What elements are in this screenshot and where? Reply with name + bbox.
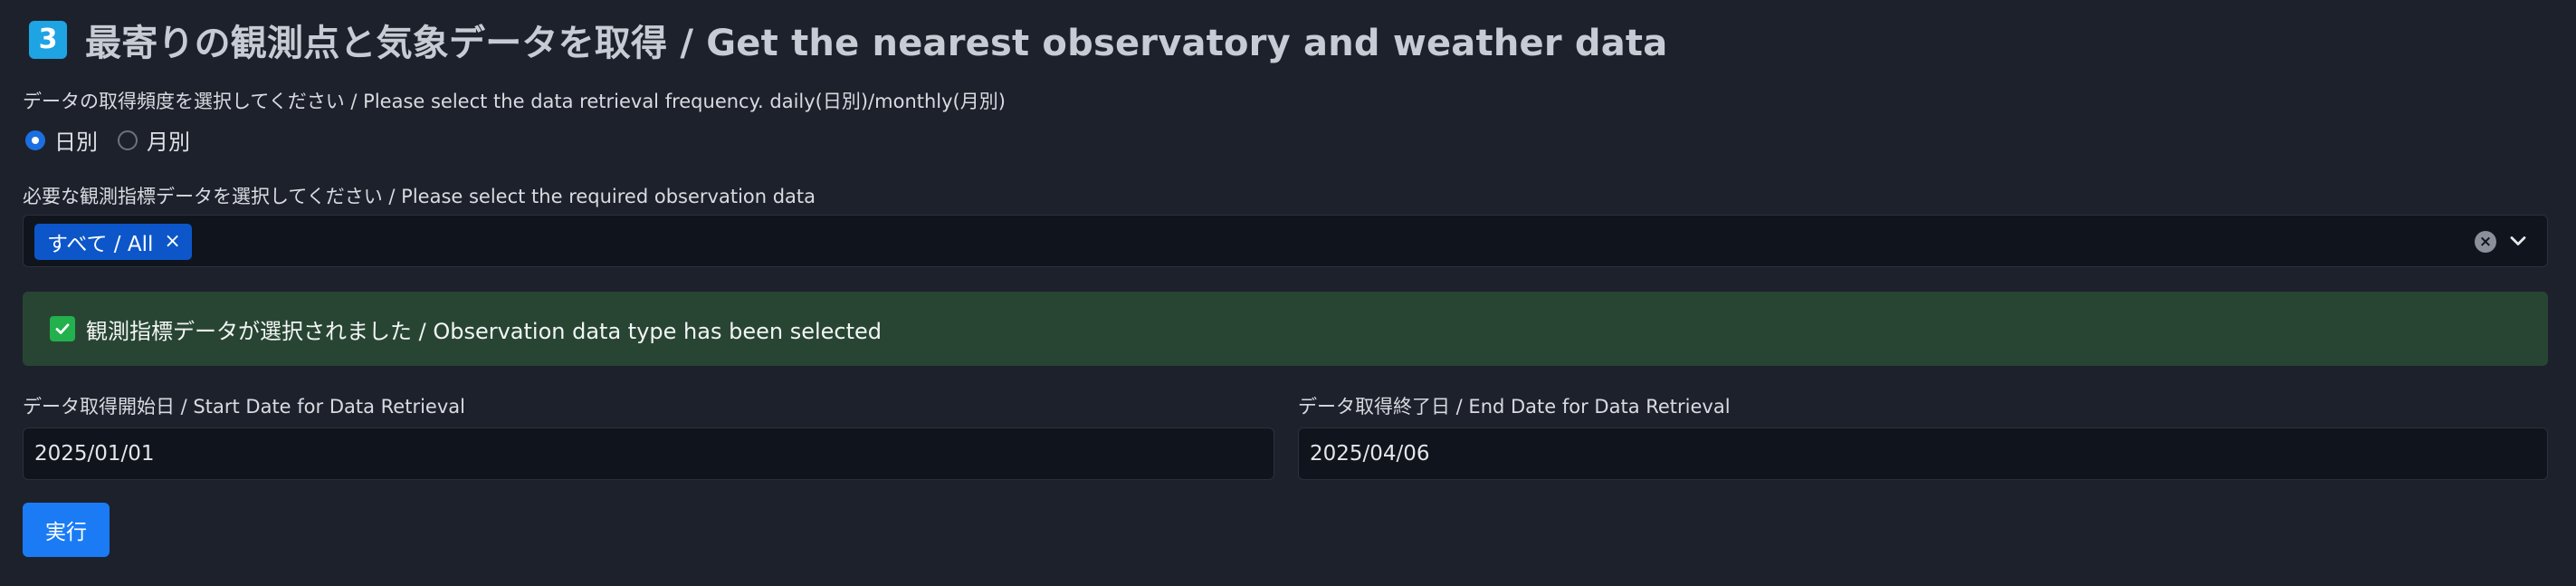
run-button[interactable]: 実行	[23, 503, 110, 557]
chip-remove-icon[interactable]: ×	[164, 232, 180, 252]
alert-text: 観測指標データが選択されました / Observation data type …	[86, 318, 883, 344]
end-date-label: データ取得終了日 / End Date for Data Retrieval	[1298, 396, 1731, 418]
weather-data-section: 3 最寄りの観測点と気象データを取得 / Get the nearest obs…	[0, 0, 2576, 586]
radio-monthly-indicator[interactable]	[118, 130, 138, 150]
radio-daily[interactable]: 日別	[25, 124, 98, 156]
chip-label: すべて / All	[47, 233, 154, 256]
success-alert: 観測指標データが選択されました / Observation data type …	[23, 292, 2548, 366]
selected-chip-all[interactable]: すべて / All ×	[34, 224, 192, 260]
page-title: 最寄りの観測点と気象データを取得 / Get the nearest obser…	[85, 23, 1668, 64]
end-date-input[interactable]	[1298, 427, 2548, 480]
step-number-icon: 3	[29, 21, 67, 59]
observation-multiselect[interactable]: すべて / All × ×	[23, 215, 2548, 267]
radio-monthly-label[interactable]: 月別	[147, 124, 190, 156]
start-date-label: データ取得開始日 / Start Date for Data Retrieval	[23, 396, 465, 418]
radio-monthly[interactable]: 月別	[118, 124, 190, 156]
chevron-down-icon[interactable]	[2505, 228, 2531, 254]
section-header: 3 最寄りの観測点と気象データを取得 / Get the nearest obs…	[29, 18, 1667, 64]
observation-label: 必要な観測指標データを選択してください / Please select the …	[23, 186, 816, 207]
frequency-radio-group: 日別 月別	[25, 124, 190, 156]
radio-daily-indicator[interactable]	[25, 130, 45, 150]
start-date-input[interactable]	[23, 427, 1274, 480]
radio-daily-label[interactable]: 日別	[54, 124, 98, 156]
clear-icon[interactable]: ×	[2475, 231, 2496, 253]
check-icon	[50, 316, 75, 341]
frequency-label: データの取得頻度を選択してください / Please select the da…	[23, 91, 1006, 112]
